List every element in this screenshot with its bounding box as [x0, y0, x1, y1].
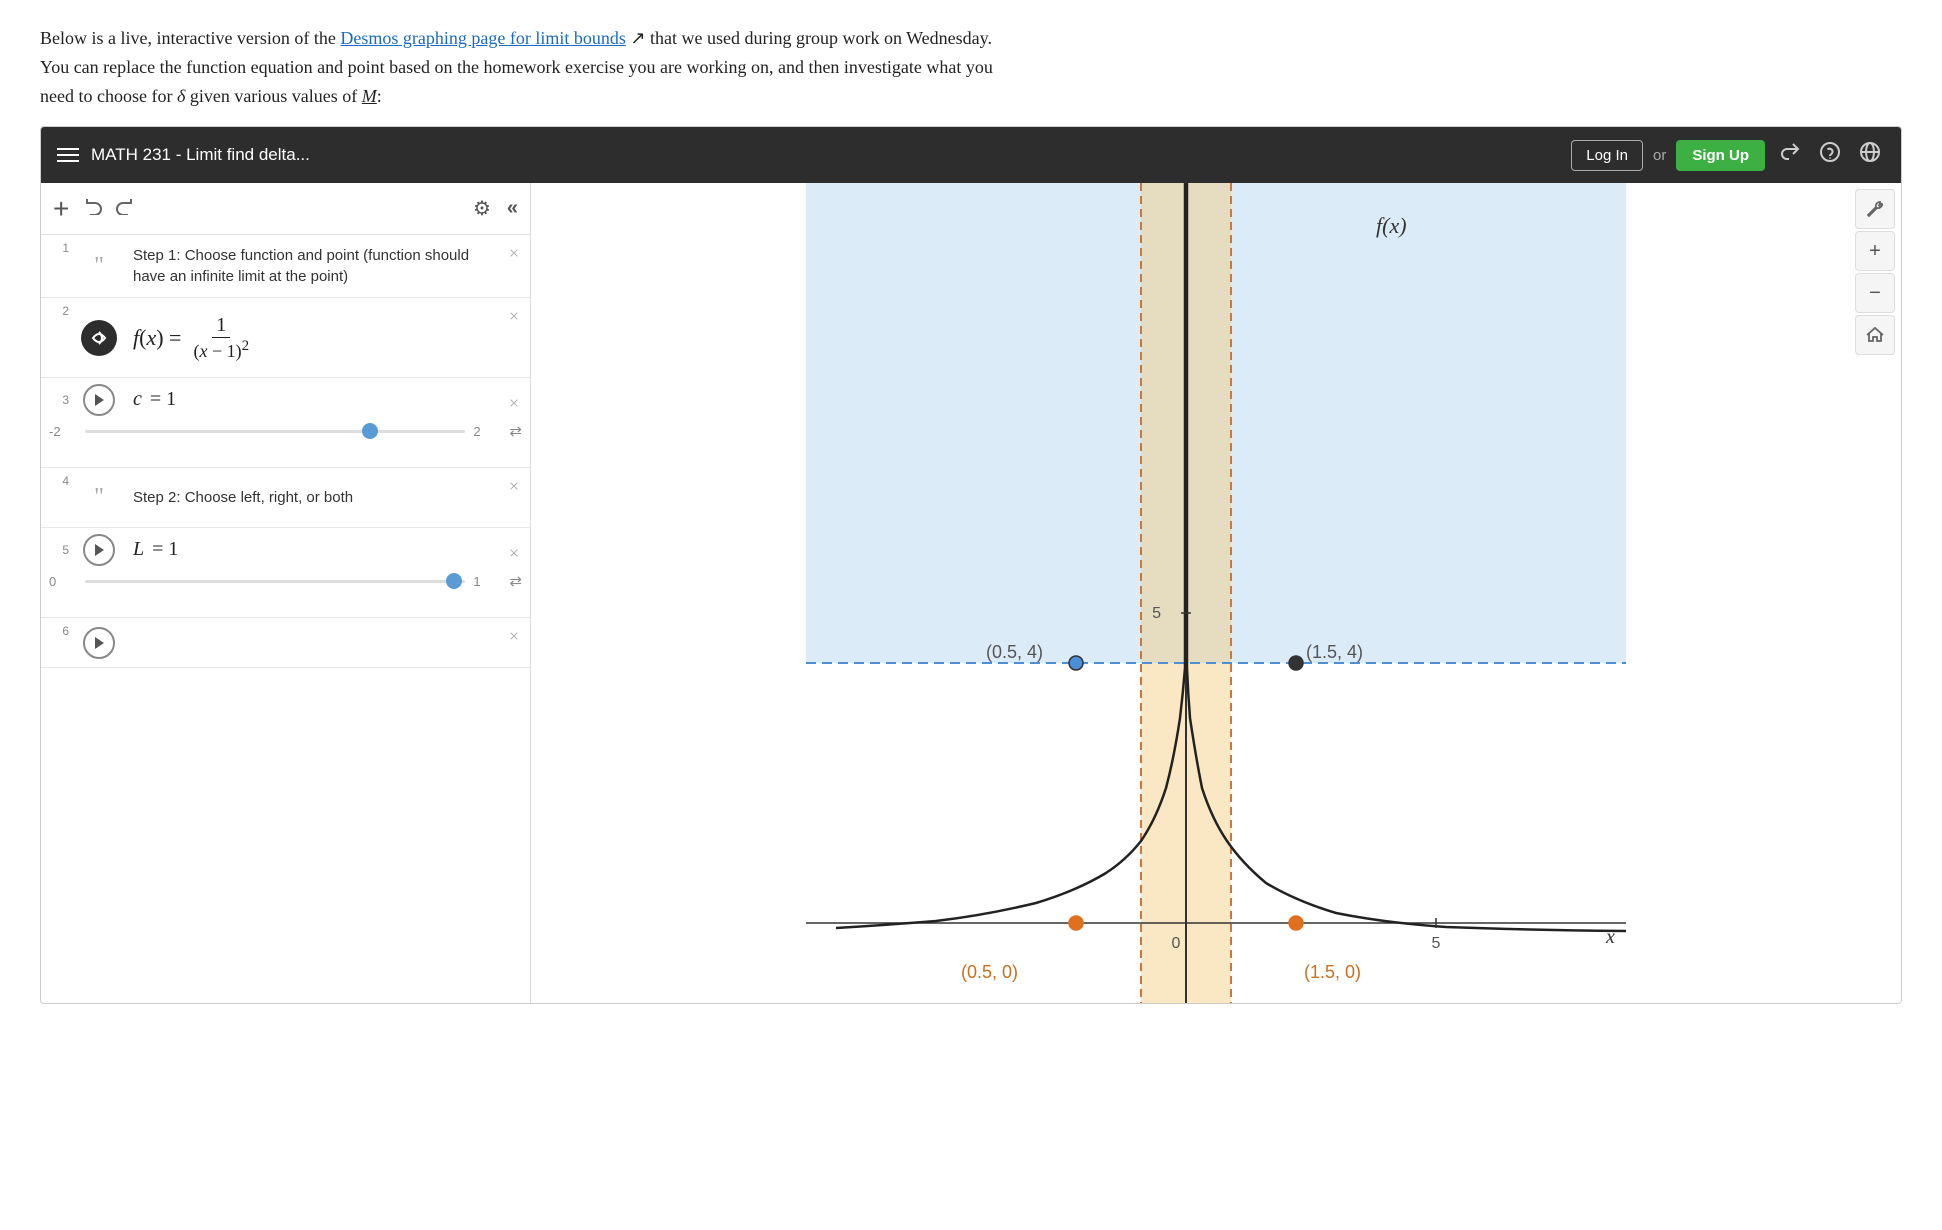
function-formula: f(x) = 1 (x − 1)2 — [133, 314, 490, 362]
step2-text: Step 2: Choose left, right, or both — [133, 487, 490, 508]
header-or: or — [1653, 147, 1666, 164]
graph-panel[interactable]: f(x) 5 5 0 x (0.5, 4) (1.5, 4) (0.5, 0) — [531, 183, 1901, 1003]
language-icon[interactable] — [1855, 137, 1885, 173]
row-content-3[interactable]: c = 1 — [125, 378, 498, 421]
intro-link-icon: ↗ — [626, 28, 646, 48]
desmos-main: + — [41, 183, 1901, 1003]
play-button-c[interactable] — [83, 384, 115, 416]
x-tick-0: 0 — [1172, 935, 1181, 952]
row-number-6: 6 — [41, 618, 73, 667]
header-actions: Log In or Sign Up — [1571, 137, 1885, 173]
row-content-4[interactable]: Step 2: Choose left, right, or both — [125, 468, 498, 527]
zoom-in-button[interactable]: + — [1855, 231, 1895, 271]
point2-label: (1.5, 4) — [1306, 642, 1363, 662]
quote-icon-4: " — [94, 484, 104, 511]
share-icon[interactable] — [1775, 137, 1805, 173]
desmos-link[interactable]: Desmos graphing page for limit bounds — [340, 28, 625, 48]
signup-button[interactable]: Sign Up — [1676, 140, 1765, 171]
undo-button[interactable] — [85, 197, 105, 220]
intro-section: Below is a live, interactive version of … — [0, 0, 1400, 126]
settings-button[interactable]: ⚙ — [473, 196, 491, 221]
point1-label: (0.5, 4) — [986, 642, 1043, 662]
row-number-1: 1 — [41, 235, 73, 297]
desmos-container: MATH 231 - Limit find delta... Log In or… — [40, 126, 1902, 1004]
intro-line1-start: Below is a live, interactive version of … — [40, 28, 340, 48]
desmos-header: MATH 231 - Limit find delta... Log In or… — [41, 127, 1901, 183]
panel-toolbar: + — [41, 183, 530, 235]
header-title: MATH 231 - Limit find delta... — [91, 145, 1559, 165]
close-row-2[interactable]: × — [498, 298, 530, 377]
expression-row-6: 6 × — [41, 618, 530, 668]
intro-line3-mid: given various values of — [185, 86, 361, 106]
y-tick-5: 5 — [1152, 605, 1161, 622]
login-button[interactable]: Log In — [1571, 140, 1643, 171]
intro-line2: You can replace the function equation an… — [40, 57, 993, 77]
play-button-L[interactable] — [83, 534, 115, 566]
M-symbol: M — [362, 86, 377, 106]
row-number-5: 5 — [41, 537, 73, 563]
x-tick-5: 5 — [1432, 935, 1441, 952]
loop-icon-c[interactable]: ⇄ — [509, 422, 522, 441]
slider-L-min: 0 — [49, 574, 77, 589]
hamburger-menu[interactable] — [57, 148, 79, 162]
row-content-1[interactable]: Step 1: Choose function and point (funct… — [125, 235, 498, 297]
row-content-6[interactable] — [125, 618, 498, 667]
add-expression-button[interactable]: + — [53, 195, 69, 223]
row-number-2: 2 — [41, 298, 73, 377]
graph-svg: f(x) 5 5 0 x (0.5, 4) (1.5, 4) (0.5, 0) — [531, 183, 1901, 1003]
expression-row-2: 2 f(x) = 1 — [41, 298, 530, 378]
home-button[interactable] — [1855, 315, 1895, 355]
row-icon-4: " — [73, 468, 125, 527]
expression-row-3: 3 c = 1 × — [41, 378, 530, 468]
play-button-6[interactable] — [83, 627, 115, 659]
row-number-3: 3 — [41, 387, 73, 413]
redo-button[interactable] — [113, 197, 133, 220]
loop-icon-L[interactable]: ⇄ — [509, 572, 522, 591]
close-row-3[interactable]: × — [498, 385, 530, 414]
step1-text: Step 1: Choose function and point (funct… — [133, 245, 490, 287]
expression-row-4: 4 " Step 2: Choose left, right, or both … — [41, 468, 530, 528]
intro-line3-end: : — [377, 86, 382, 106]
desmos-logo — [81, 320, 117, 356]
row-icon-6 — [73, 618, 125, 667]
zoom-out-button[interactable]: − — [1855, 273, 1895, 313]
row-number-4: 4 — [41, 468, 73, 527]
expression-row-1: 1 " Step 1: Choose function and point (f… — [41, 235, 530, 298]
collapse-panel-button[interactable]: « — [507, 197, 518, 220]
help-icon[interactable] — [1815, 137, 1845, 173]
right-toolbar: + − — [1849, 183, 1901, 361]
point4-label: (1.5, 0) — [1304, 962, 1361, 982]
close-row-6[interactable]: × — [498, 618, 530, 667]
wrench-button[interactable] — [1855, 189, 1895, 229]
fx-label: f(x) — [1376, 213, 1407, 238]
slider-c-max: 2 — [473, 424, 501, 439]
slider-c-min: -2 — [49, 424, 77, 439]
row-icon-3 — [73, 384, 125, 416]
close-row-1[interactable]: × — [498, 235, 530, 297]
row-icon-1: " — [73, 235, 125, 297]
intro-line3-start: need to choose for — [40, 86, 177, 106]
row-icon-5 — [73, 534, 125, 566]
expressions-list: 1 " Step 1: Choose function and point (f… — [41, 235, 530, 1003]
row-content-2[interactable]: f(x) = 1 (x − 1)2 — [125, 298, 498, 377]
expression-row-5: 5 L = 1 × — [41, 528, 530, 618]
left-panel: + — [41, 183, 531, 1003]
slider-L-max: 1 — [473, 574, 501, 589]
undo-redo-group — [85, 197, 133, 220]
intro-line1-end: that we used during group work on Wednes… — [645, 28, 991, 48]
row-icon-2 — [73, 298, 125, 377]
point3-label: (0.5, 0) — [961, 962, 1018, 982]
close-row-4[interactable]: × — [498, 468, 530, 527]
x-axis-label: x — [1605, 926, 1615, 948]
close-row-5[interactable]: × — [498, 535, 530, 564]
row-content-5[interactable]: L = 1 — [125, 528, 498, 571]
quote-icon-1: " — [94, 253, 104, 280]
